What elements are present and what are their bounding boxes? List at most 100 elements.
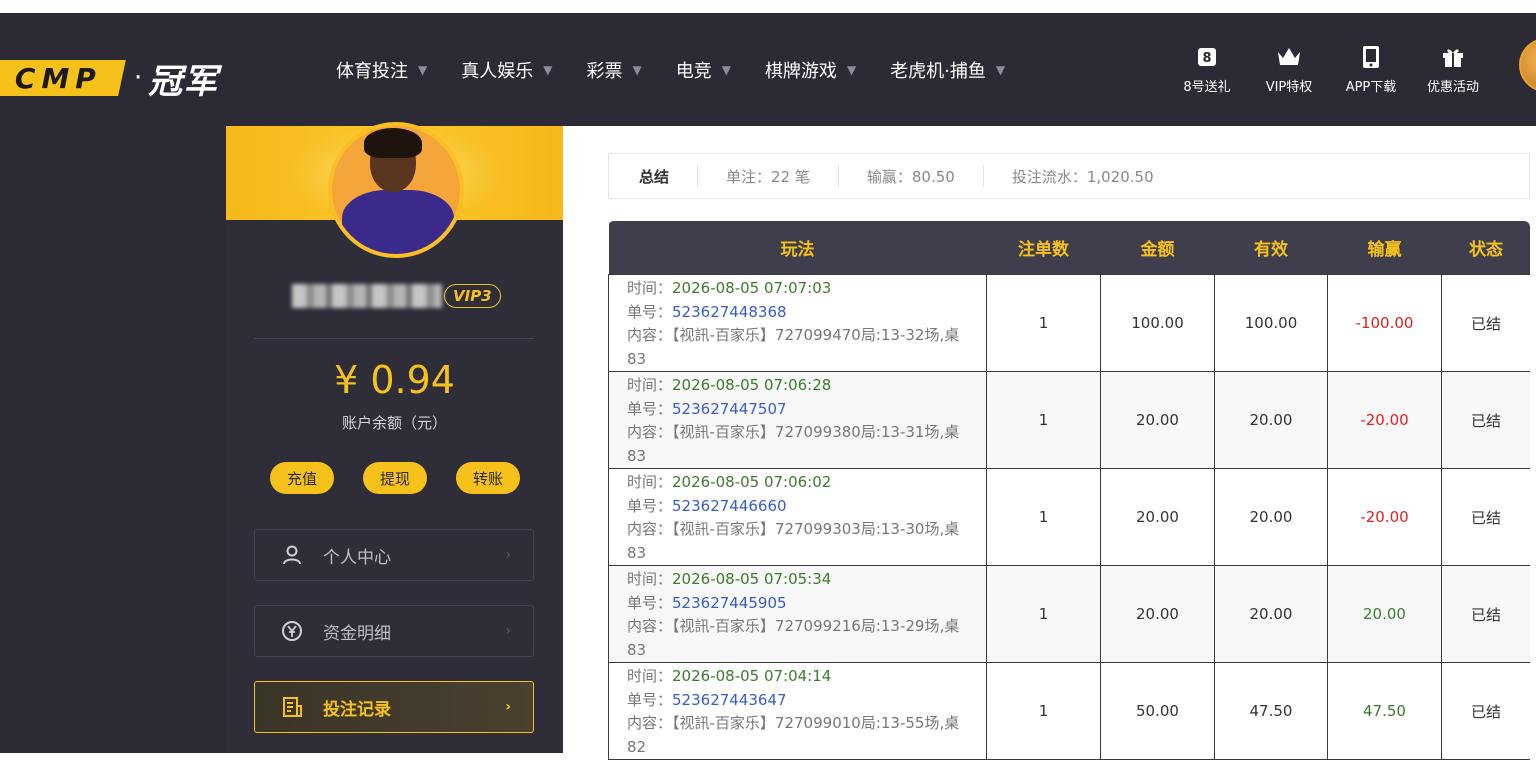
bet-winloss: 47.50: [1327, 662, 1442, 760]
action-vip[interactable]: VIP特权: [1248, 44, 1330, 95]
logo-text: 冠军: [148, 61, 219, 102]
content-label: 内容：: [627, 617, 673, 635]
table-row[interactable]: 时间：2026-08-05 07:07:03 单号：523627448368 内容：…: [608, 274, 1530, 372]
time-label: 时间：: [627, 570, 673, 588]
bet-summary: 总结 单注：22 笔 输赢：80.50 投注流水：1,020.50: [608, 153, 1530, 199]
col-valid: 有效: [1214, 221, 1328, 275]
summary-bet-count: 单注：22 笔: [726, 167, 810, 186]
nav-sports[interactable]: 体育投注 ▼: [336, 57, 427, 83]
col-status: 状态: [1441, 221, 1530, 275]
main-nav: 体育投注 ▼ 真人娱乐 ▼ 彩票 ▼ 电竞 ▼ 棋牌游戏 ▼ 老虎机·捕鱼 ▼: [336, 13, 1039, 126]
order-label: 单号：: [627, 496, 673, 515]
chevron-down-icon: ▼: [846, 62, 857, 77]
chevron-down-icon: ▼: [632, 62, 642, 77]
nav-slots-fishing[interactable]: 老虎机·捕鱼 ▼: [890, 57, 1005, 83]
present-icon: [1440, 44, 1466, 70]
order-number-link[interactable]: 523627447507: [672, 400, 787, 418]
balance-label: 账户余额（元）: [341, 414, 447, 432]
nav-esports[interactable]: 电竞 ▼: [676, 57, 731, 83]
bet-amount: 100.00: [1100, 274, 1215, 372]
bet-content: 【视訊-百家乐】727099380局:13-31场,桌83: [627, 423, 960, 465]
summary-turnover: 投注流水：1,020.50: [1011, 167, 1154, 186]
avatar[interactable]: [328, 122, 464, 258]
action-8-gift[interactable]: 8 8号送礼: [1166, 44, 1248, 95]
bet-status: 已结: [1441, 662, 1530, 760]
bet-amount: 20.00: [1100, 371, 1215, 469]
order-number-link[interactable]: 523627445905: [672, 594, 787, 612]
logo-dot: ·: [134, 63, 143, 93]
phone-icon: [1358, 44, 1384, 70]
bet-status: 已结: [1441, 468, 1530, 566]
table-row[interactable]: 时间：2026-08-05 07:04:14 单号：523627443647 内容：…: [608, 662, 1530, 760]
action-promotions[interactable]: 优惠活动: [1412, 44, 1494, 95]
col-amount: 金额: [1100, 221, 1215, 275]
nav-lottery[interactable]: 彩票 ▼: [586, 57, 641, 83]
order-label: 单号：: [627, 593, 673, 612]
gift-box-icon: 8: [1194, 44, 1220, 70]
nav-card-games[interactable]: 棋牌游戏 ▼: [765, 57, 856, 83]
bet-time: 2026-08-05 07:07:03: [672, 279, 832, 297]
bet-status: 已结: [1441, 371, 1530, 469]
col-count: 注单数: [986, 221, 1101, 275]
time-label: 时间：: [627, 279, 673, 297]
deposit-button[interactable]: 充值: [270, 462, 334, 494]
bet-count: 1: [986, 371, 1101, 469]
bet-valid: 20.00: [1214, 468, 1328, 566]
user-sidebar: VIP3 ¥ 0.94 账户余额（元） 充值 提现 转账 个人中心 › 资金明细…: [226, 122, 563, 753]
action-app-download[interactable]: APP下载: [1330, 44, 1412, 95]
divider: [254, 338, 534, 339]
wallet-buttons: 充值 提现 转账: [270, 462, 520, 494]
bet-detail: 时间：2026-08-05 07:06:28 单号：523627447507 内容：…: [608, 371, 987, 469]
vip-badge: VIP3: [444, 284, 501, 308]
bet-winloss: 20.00: [1327, 565, 1442, 663]
chevron-right-icon: ›: [505, 547, 511, 563]
bet-detail: 时间：2026-08-05 07:05:34 单号：523627445905 内容：…: [608, 565, 987, 663]
table-row[interactable]: 时间：2026-08-05 07:05:34 单号：523627445905 内容：…: [608, 565, 1530, 663]
chevron-right-icon: ›: [505, 623, 511, 639]
bet-detail: 时间：2026-08-05 07:07:03 单号：523627448368 内容：…: [608, 274, 987, 372]
bet-valid: 20.00: [1214, 371, 1328, 469]
logo[interactable]: CMP · 冠军: [0, 53, 218, 103]
svg-text:8: 8: [1202, 51, 1211, 66]
bet-time: 2026-08-05 07:05:34: [672, 570, 832, 588]
col-game: 玩法: [608, 221, 987, 275]
bet-content: 【视訊-百家乐】727099303局:13-30场,桌83: [627, 520, 960, 562]
nav-live-casino[interactable]: 真人娱乐 ▼: [461, 57, 552, 83]
bet-records-table: 玩法 注单数 金额 有效 输赢 状态 时间：2026-08-05 07:07:0…: [608, 221, 1530, 761]
time-label: 时间：: [627, 376, 673, 394]
content-label: 内容：: [627, 423, 673, 441]
order-label: 单号：: [627, 690, 673, 709]
chevron-down-icon: ▼: [418, 62, 428, 77]
chevron-down-icon: ▼: [721, 62, 731, 77]
bet-count: 1: [986, 274, 1101, 372]
summary-title: 总结: [639, 167, 670, 186]
col-winloss: 输赢: [1327, 221, 1442, 275]
bet-amount: 20.00: [1100, 468, 1215, 566]
table-row[interactable]: 时间：2026-08-05 07:06:28 单号：523627447507 内容：…: [608, 371, 1530, 469]
content-label: 内容：: [627, 714, 673, 732]
bet-time: 2026-08-05 07:06:02: [672, 473, 832, 491]
bet-detail: 时间：2026-08-05 07:04:14 单号：523627443647 内容：…: [608, 662, 987, 760]
time-label: 时间：: [627, 473, 673, 491]
transfer-button[interactable]: 转账: [456, 462, 520, 494]
bet-valid: 20.00: [1214, 565, 1328, 663]
table-row[interactable]: 时间：2026-08-05 07:06:02 单号：523627446660 内容：…: [608, 468, 1530, 566]
withdraw-button[interactable]: 提现: [363, 462, 427, 494]
bet-detail: 时间：2026-08-05 07:06:02 单号：523627446660 内容：…: [608, 468, 987, 566]
bet-time: 2026-08-05 07:06:28: [672, 376, 832, 394]
menu-item-profile[interactable]: 个人中心 ›: [254, 529, 534, 581]
order-number-link[interactable]: 523627443647: [672, 691, 787, 709]
order-number-link[interactable]: 523627446660: [672, 497, 787, 515]
record-icon: [281, 696, 303, 718]
chevron-right-icon: ›: [505, 699, 511, 715]
page-background: [0, 126, 226, 753]
content-label: 内容：: [627, 520, 673, 538]
order-label: 单号：: [627, 302, 673, 321]
summary-winloss: 输赢：80.50: [866, 167, 955, 186]
menu-item-bet-records[interactable]: 投注记录 ›: [254, 681, 534, 733]
chevron-down-icon: ▼: [995, 62, 1006, 77]
menu-item-funds[interactable]: 资金明细 ›: [254, 605, 534, 657]
order-number-link[interactable]: 523627448368: [672, 303, 787, 321]
crown-icon: [1276, 44, 1302, 70]
logo-box: CMP: [0, 60, 126, 96]
